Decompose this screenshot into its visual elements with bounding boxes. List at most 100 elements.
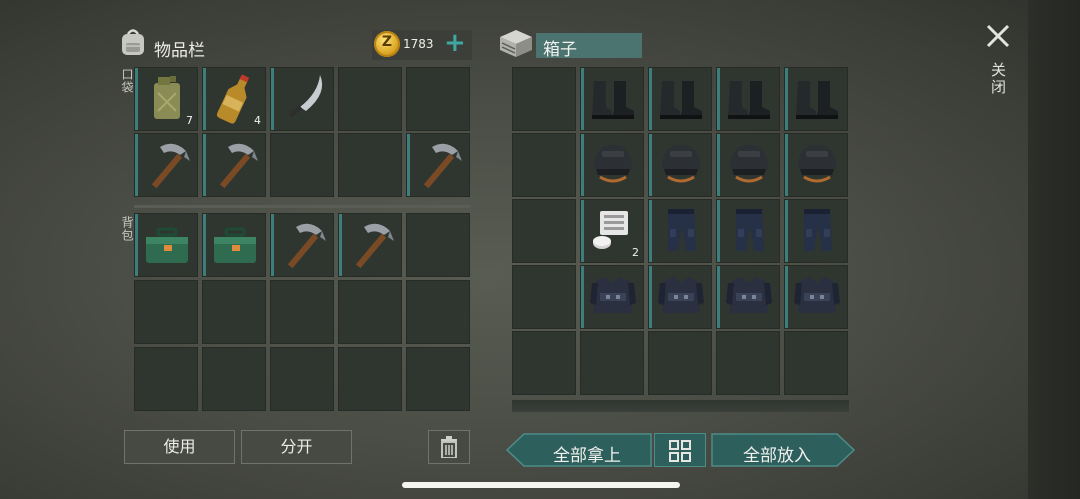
box-slot[interactable]	[716, 133, 780, 197]
helmet-icon	[662, 145, 700, 183]
box-slot[interactable]	[784, 331, 848, 395]
box-slot[interactable]	[580, 331, 644, 395]
backpack-slot[interactable]	[134, 213, 198, 277]
backpack-icon	[117, 26, 149, 62]
split-button[interactable]: 分开	[241, 430, 352, 464]
pocket-slot[interactable]	[202, 133, 266, 197]
trash-icon	[441, 436, 457, 458]
pickaxe-icon	[219, 143, 258, 189]
box-slot[interactable]	[512, 67, 576, 131]
box-slot[interactable]	[648, 67, 712, 131]
box-slot[interactable]	[716, 331, 780, 395]
pocket-slot[interactable]	[134, 133, 198, 197]
backpack-slot[interactable]	[406, 280, 470, 344]
boots-icon	[592, 81, 634, 119]
box-slot[interactable]	[648, 133, 712, 197]
item-quantity: 2	[632, 246, 639, 259]
trash-button[interactable]	[428, 430, 470, 464]
box-slot[interactable]	[716, 199, 780, 263]
box-slot[interactable]	[784, 133, 848, 197]
vest-icon	[794, 277, 840, 313]
close-button[interactable]	[984, 22, 1014, 52]
helmet-icon	[594, 145, 632, 183]
box-slot[interactable]	[784, 67, 848, 131]
section-divider	[134, 205, 471, 208]
pants-icon	[804, 209, 832, 251]
use-button[interactable]: 使用	[124, 430, 235, 464]
pocket-slot[interactable]	[270, 67, 334, 131]
backpack-slot[interactable]	[338, 347, 402, 411]
box-slot[interactable]	[580, 265, 644, 329]
boots-icon	[796, 81, 838, 119]
boots-icon	[660, 81, 702, 119]
pocket-slot[interactable]: 7	[134, 67, 198, 131]
coin-icon: Z	[374, 31, 400, 57]
pickaxe-icon	[423, 143, 462, 189]
pocket-slot[interactable]	[406, 67, 470, 131]
box-slot[interactable]	[648, 265, 712, 329]
pants-icon	[736, 209, 764, 251]
vest-icon	[590, 277, 636, 313]
box-grid-scroll-edge	[512, 400, 849, 412]
box-slot[interactable]	[716, 67, 780, 131]
helmet-icon	[798, 145, 836, 183]
pants-icon	[668, 209, 696, 251]
box-slot[interactable]: 2	[580, 199, 644, 263]
toolbox-icon	[146, 227, 188, 263]
box-slot[interactable]	[716, 265, 780, 329]
vest-icon	[658, 277, 704, 313]
put-all-label: 全部放入	[743, 446, 811, 466]
side-bar-background	[1028, 0, 1080, 499]
backpack-slot[interactable]	[202, 213, 266, 277]
toolbox-icon	[214, 227, 256, 263]
machete-icon	[288, 75, 323, 118]
box-slot[interactable]	[648, 331, 712, 395]
put-all-button[interactable]: 全部放入	[711, 433, 855, 467]
backpack-slot[interactable]	[134, 347, 198, 411]
backpack-slot[interactable]	[270, 280, 334, 344]
pocket-slot[interactable]	[406, 133, 470, 197]
pickaxe-icon	[151, 143, 190, 189]
backpack-slot[interactable]	[406, 213, 470, 277]
take-all-label: 全部拿上	[553, 446, 621, 466]
box-slot[interactable]	[648, 199, 712, 263]
pocket-slot[interactable]	[270, 133, 334, 197]
coin-balance: Z 1783 +	[372, 28, 472, 60]
close-icon	[986, 24, 1010, 48]
item-quantity: 4	[254, 114, 261, 127]
pocket-slot[interactable]	[338, 67, 402, 131]
pickaxe-icon	[287, 223, 326, 269]
backpack-slot[interactable]	[338, 280, 402, 344]
box-slot[interactable]	[512, 199, 576, 263]
add-coins-button[interactable]: +	[444, 28, 466, 58]
box-slot[interactable]	[784, 265, 848, 329]
crate-icon	[498, 27, 534, 63]
pocket-slot[interactable]: 4	[202, 67, 266, 131]
vest-icon	[726, 277, 772, 313]
box-title-field[interactable]: 箱子	[536, 33, 642, 60]
backpack-slot[interactable]	[270, 213, 334, 277]
take-all-button[interactable]: 全部拿上	[506, 433, 652, 467]
box-title: 箱子	[543, 40, 577, 60]
backpack-slot[interactable]	[270, 347, 334, 411]
sort-grid-button[interactable]	[654, 433, 706, 467]
backpack-slot[interactable]	[406, 347, 470, 411]
coin-count: 1783	[403, 37, 434, 51]
box-slot[interactable]	[512, 331, 576, 395]
backpack-slot[interactable]	[202, 347, 266, 411]
inventory-title: 物品栏	[154, 41, 205, 61]
backpack-slot[interactable]	[338, 213, 402, 277]
home-indicator[interactable]	[402, 482, 680, 488]
box-slot[interactable]	[580, 133, 644, 197]
box-slot[interactable]	[512, 265, 576, 329]
box-slot[interactable]	[784, 199, 848, 263]
box-slot[interactable]	[512, 133, 576, 197]
backpack-slot[interactable]	[134, 280, 198, 344]
pocket-slot[interactable]	[338, 133, 402, 197]
helmet-icon	[730, 145, 768, 183]
boots-icon	[728, 81, 770, 119]
box-slot[interactable]	[580, 67, 644, 131]
backpack-slot[interactable]	[202, 280, 266, 344]
grid-icon	[669, 440, 691, 462]
close-label[interactable]: 关闭	[988, 62, 1009, 96]
